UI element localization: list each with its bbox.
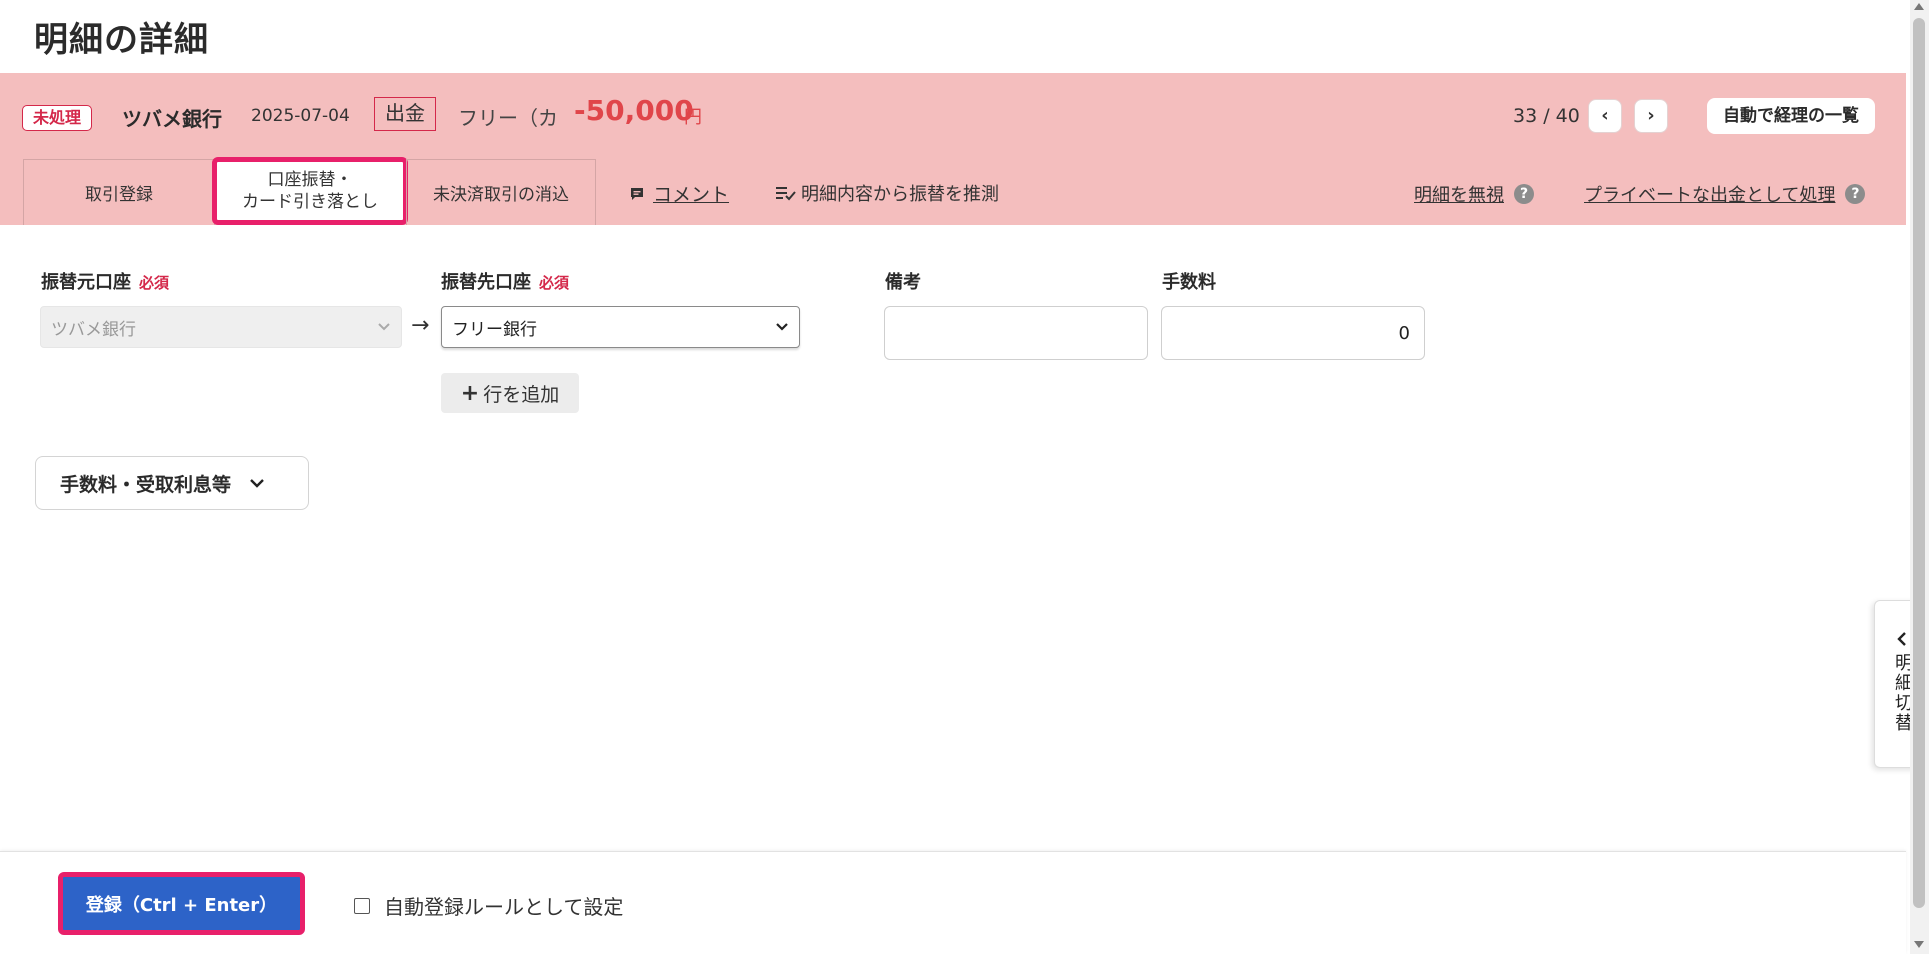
add-row-label: 行を追加: [483, 383, 560, 406]
partner-name: フリー（カ: [458, 106, 558, 130]
tab-label: 取引登録: [85, 185, 153, 205]
from-account-select: ツバメ銀行: [40, 306, 402, 348]
tab-label: 未決済取引の消込: [433, 185, 569, 205]
scroll-down-icon[interactable]: [1914, 941, 1924, 948]
private-withdrawal-link[interactable]: プライベートな出金として処理 ?: [1584, 181, 1866, 207]
comment-link-label: コメント: [653, 184, 730, 206]
add-row-button[interactable]: + 行を追加: [441, 373, 579, 413]
scroll-up-icon[interactable]: [1914, 3, 1924, 10]
chevron-down-icon: [378, 323, 390, 331]
tab-label-line2: カード引き落とし: [242, 192, 378, 212]
fee-input[interactable]: 0: [1161, 306, 1425, 360]
required-badge: 必須: [139, 274, 170, 292]
required-badge: 必須: [539, 274, 570, 292]
guess-transfer-label: 明細内容から振替を推測: [801, 184, 999, 205]
auto-rule-checkbox[interactable]: [354, 897, 370, 914]
pager-position: 33 / 40: [1513, 105, 1580, 127]
to-account-label: 振替先口座 必須: [441, 268, 569, 294]
scrollbar-thumb[interactable]: [1913, 18, 1925, 908]
private-withdrawal-label: プライベートな出金として処理: [1584, 185, 1836, 206]
auto-rule-option[interactable]: 自動登録ルールとして設定: [354, 891, 623, 920]
list-check-icon: [776, 187, 796, 201]
from-account-label-text: 振替元口座: [41, 272, 131, 293]
chevron-down-icon: [250, 479, 264, 488]
direction-badge: 出金: [374, 97, 436, 131]
page: 明細の詳細 未処理 ツバメ銀行 2025-07-04 出金 フリー（カ -50,…: [0, 0, 1929, 954]
guess-transfer-link[interactable]: 明細内容から振替を推測: [775, 180, 999, 206]
note-input[interactable]: [884, 306, 1148, 360]
tab-transaction-register[interactable]: 取引登録: [23, 159, 215, 225]
auto-list-button[interactable]: 自動で経理の一覧: [1707, 98, 1875, 134]
currency-unit: 円: [684, 107, 702, 128]
auto-rule-label: 自動登録ルールとして設定: [384, 895, 624, 919]
comment-link[interactable]: コメント: [629, 180, 729, 207]
to-account-select[interactable]: フリー銀行: [441, 306, 800, 348]
fee-interest-label: 手数料・受取利息等: [60, 473, 232, 496]
comment-icon: [631, 187, 643, 200]
status-badge: 未処理: [22, 105, 93, 131]
help-icon[interactable]: ?: [1514, 184, 1534, 204]
submit-button[interactable]: 登録（Ctrl + Enter）: [58, 872, 305, 935]
from-account-value: ツバメ銀行: [51, 319, 136, 340]
transaction-amount: -50,000: [574, 94, 694, 127]
help-icon[interactable]: ?: [1845, 184, 1866, 204]
tab-account-transfer[interactable]: 口座振替・ カード引き落とし: [212, 157, 408, 225]
plus-icon: +: [460, 380, 480, 406]
note-label: 備考: [885, 272, 921, 293]
fee-label: 手数料: [1162, 272, 1216, 293]
to-account-label-text: 振替先口座: [441, 272, 531, 293]
chevron-left-icon: ‹: [1601, 105, 1609, 126]
chevron-down-icon: [776, 323, 788, 331]
pager-prev-button[interactable]: ‹: [1588, 99, 1622, 133]
page-title: 明細の詳細: [34, 20, 209, 60]
fee-interest-toggle[interactable]: 手数料・受取利息等: [35, 456, 309, 510]
tab-label-line1: 口座振替・: [267, 170, 353, 190]
chevron-right-icon: ›: [1647, 105, 1655, 126]
transaction-date: 2025-07-04: [251, 106, 350, 126]
ignore-link-label: 明細を無視: [1414, 185, 1504, 206]
arrow-right-icon: →: [411, 313, 430, 338]
tab-unsettled-reconcile[interactable]: 未決済取引の消込: [406, 159, 596, 225]
pager-next-button[interactable]: ›: [1634, 99, 1668, 133]
ignore-link[interactable]: 明細を無視 ?: [1414, 181, 1534, 207]
from-account-label: 振替元口座 必須: [41, 268, 169, 294]
to-account-value: フリー銀行: [452, 319, 537, 340]
chevron-left-icon: [1897, 632, 1906, 646]
bank-name: ツバメ銀行: [122, 107, 222, 131]
